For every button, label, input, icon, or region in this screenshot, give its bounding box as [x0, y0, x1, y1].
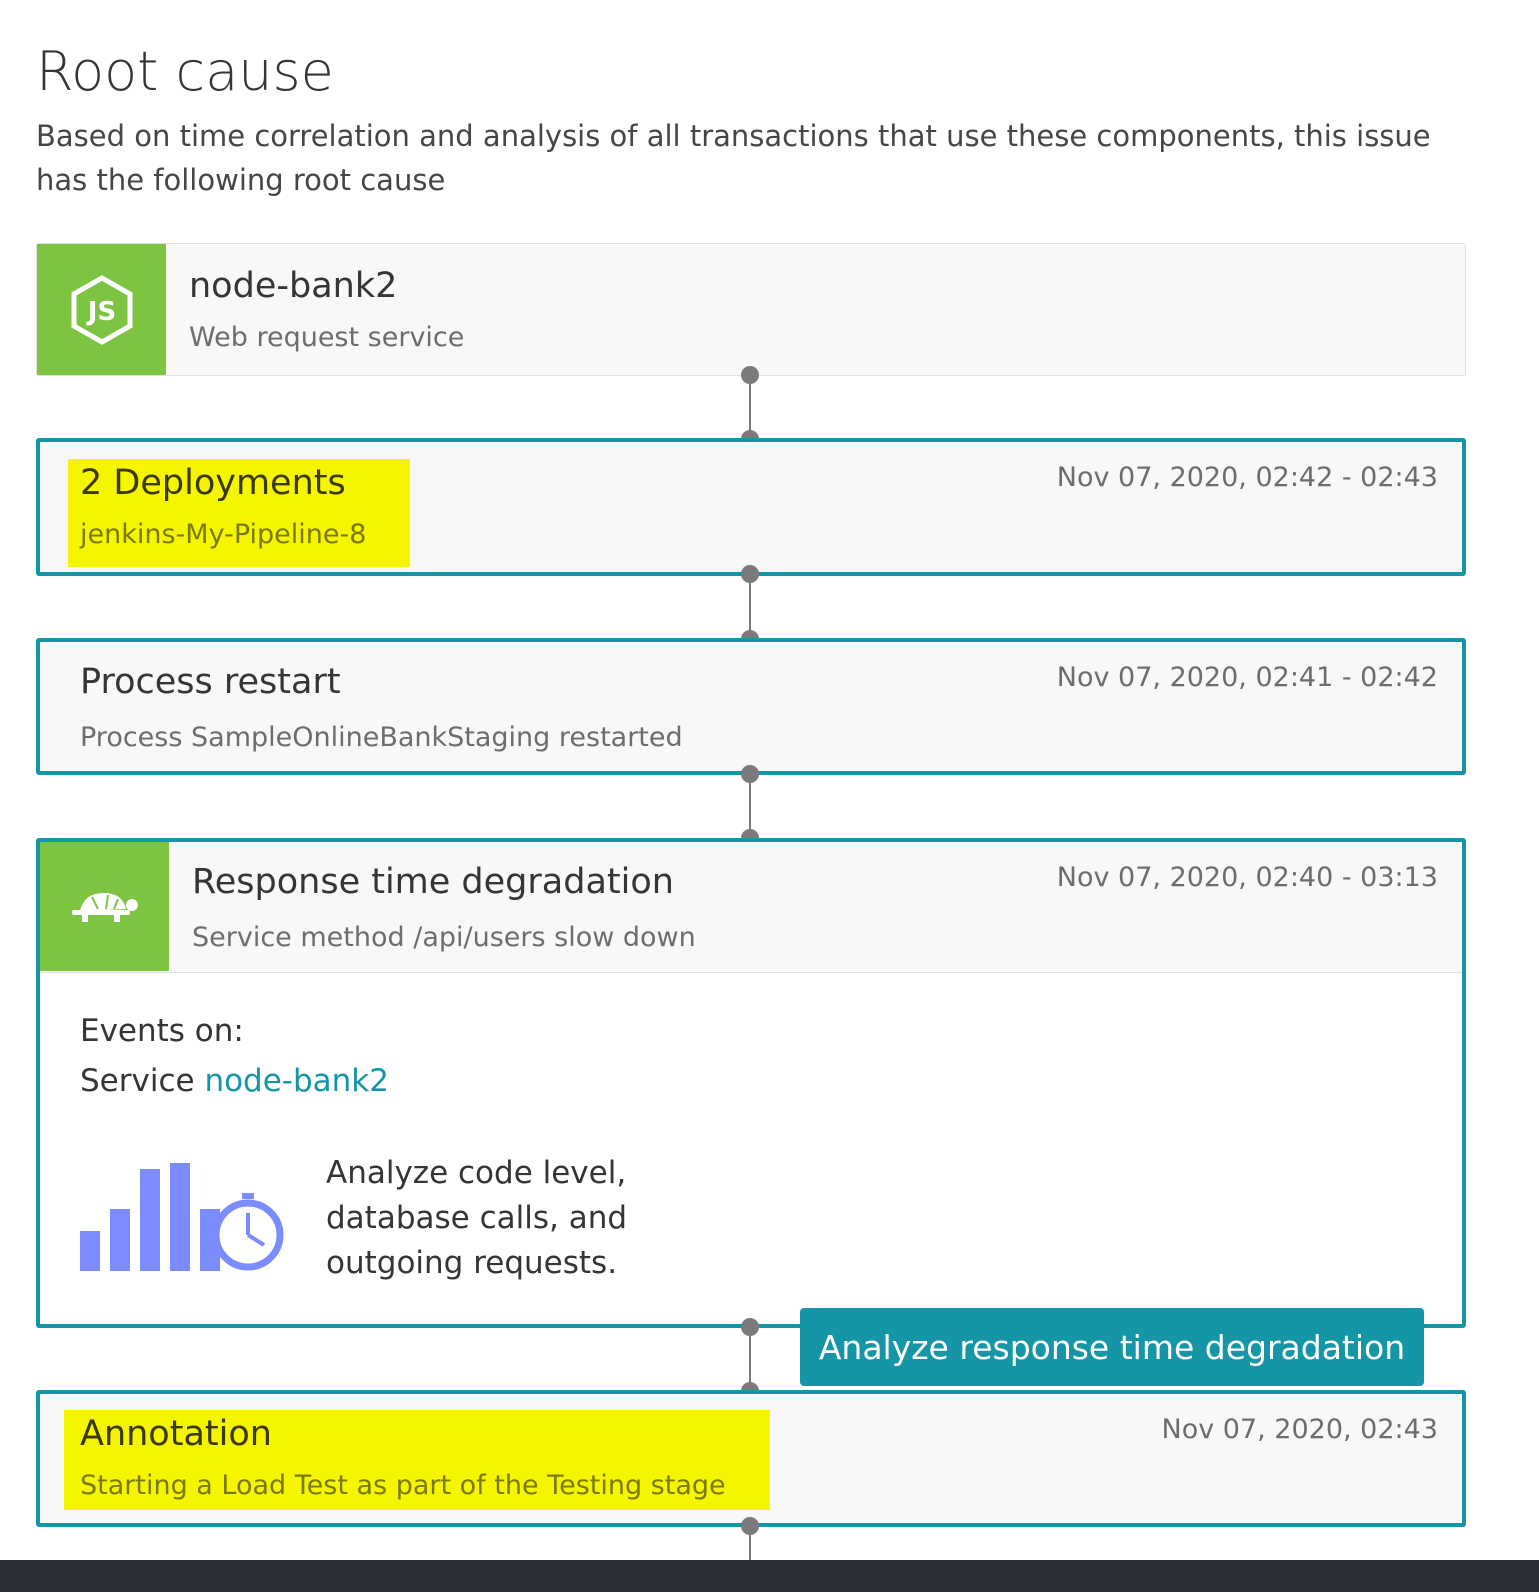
deployments-highlight: 2 Deployments jenkins-My-Pipeline-8 — [68, 459, 410, 567]
svg-text:JS: JS — [85, 297, 115, 327]
deployments-time: Nov 07, 2020, 02:42 - 02:43 — [1056, 462, 1438, 493]
deployments-card[interactable]: 2 Deployments jenkins-My-Pipeline-8 Nov … — [36, 438, 1466, 576]
annotation-highlight: Annotation Starting a Load Test as part … — [64, 1410, 770, 1510]
annotation-card[interactable]: Annotation Starting a Load Test as part … — [36, 1390, 1466, 1527]
analyze-response-time-button[interactable]: Analyze response time degradation — [800, 1308, 1424, 1386]
annotation-time: Nov 07, 2020, 02:43 — [1161, 1414, 1439, 1445]
process-restart-title: Process restart — [80, 662, 341, 702]
connector-dot — [741, 366, 759, 384]
connector-dot — [741, 1517, 759, 1535]
deployments-subtitle: jenkins-My-Pipeline-8 — [80, 519, 367, 550]
annotation-subtitle: Starting a Load Test as part of the Test… — [80, 1470, 726, 1501]
response-time-title: Response time degradation — [192, 862, 674, 902]
process-restart-time: Nov 07, 2020, 02:41 - 02:42 — [1056, 662, 1438, 693]
process-restart-subtitle: Process SampleOnlineBankStaging restarte… — [80, 722, 683, 753]
service-link[interactable]: node-bank2 — [204, 1063, 389, 1099]
service-prefix: Service — [80, 1063, 195, 1099]
footer-bar — [0, 1560, 1539, 1592]
annotation-title: Annotation — [80, 1414, 272, 1454]
response-time-time: Nov 07, 2020, 02:40 - 03:13 — [1056, 862, 1438, 893]
service-card[interactable]: JS node-bank2 Web request service — [36, 243, 1466, 376]
connector-dot — [741, 765, 759, 783]
process-restart-card[interactable]: Process restart Process SampleOnlineBank… — [36, 638, 1466, 775]
events-service-line: Service node-bank2 — [80, 1063, 389, 1099]
nodejs-icon: JS — [71, 274, 132, 345]
deployments-title: 2 Deployments — [80, 463, 346, 503]
page-description: Based on time correlation and analysis o… — [36, 119, 1431, 197]
turtle-icon — [71, 892, 138, 922]
response-time-icon-box — [40, 842, 169, 971]
response-time-details: Events on: Service node-bank2 Analyze co… — [40, 972, 1462, 1386]
connector-line — [749, 574, 751, 638]
response-time-card[interactable]: Response time degradation Service method… — [36, 838, 1466, 1386]
service-type: Web request service — [189, 322, 465, 353]
analyze-description: Analyze code level, database calls, and … — [326, 1155, 628, 1281]
events-on-label: Events on: — [80, 1013, 244, 1049]
page-title: Root cause — [36, 40, 334, 103]
analysis-chart-icon — [80, 1163, 284, 1271]
connector-dot — [741, 1318, 759, 1336]
service-name[interactable]: node-bank2 — [189, 266, 397, 306]
response-time-subtitle: Service method /api/users slow down — [192, 922, 696, 953]
service-icon-box: JS — [37, 244, 166, 375]
connector-dot — [741, 565, 759, 583]
